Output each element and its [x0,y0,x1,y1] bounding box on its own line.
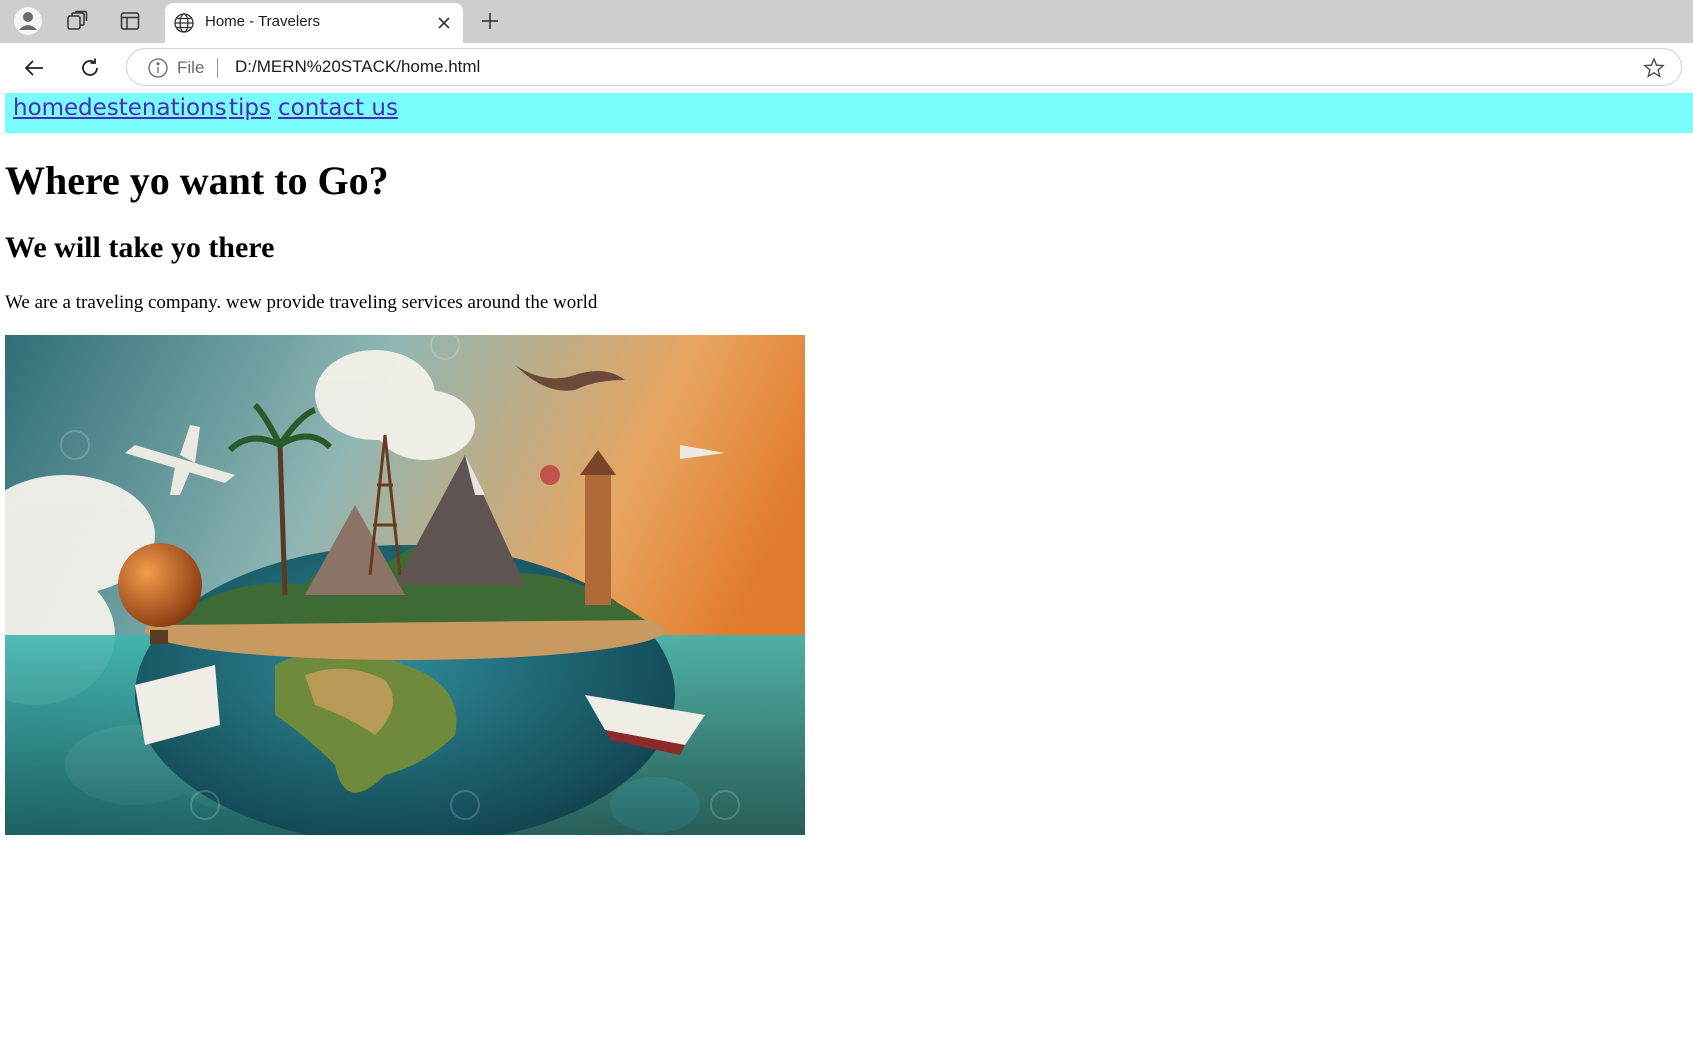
url-text[interactable]: D:/MERN%20STACK/home.html [235,57,480,77]
url-scheme-label: File [177,58,205,77]
close-icon[interactable] [433,12,455,34]
back-arrow-icon [24,60,43,76]
page-subtitle: We will take yo there [5,231,275,264]
site-navbar: home destenations tips contact us [5,93,1693,133]
travel-illustration [5,335,805,835]
workspaces-icon [67,10,88,30]
profile-button[interactable] [12,5,44,37]
back-button[interactable] [18,52,50,84]
globe-icon [174,13,194,33]
nav-link-destinations[interactable]: destenations [78,95,227,121]
tab-bar: Home - Travelers [0,0,1693,43]
plus-icon [482,13,498,29]
profile-icon [14,7,42,35]
page-description: We are a traveling company. wew provide … [5,292,598,313]
tab-title: Home - Travelers [205,13,321,30]
new-tab-button[interactable] [474,5,506,37]
star-icon[interactable] [1643,57,1665,79]
address-toolbar: File D:/MERN%20STACK/home.html [0,43,1693,93]
workspaces-button[interactable] [61,5,93,37]
info-icon[interactable] [147,57,169,79]
nav-link-home[interactable]: home [13,95,78,121]
hero-image [5,335,805,835]
page-viewport: home destenations tips contact us Where … [5,93,1693,1044]
vertical-tabs-button[interactable] [114,5,146,37]
address-bar[interactable]: File D:/MERN%20STACK/home.html [126,48,1682,86]
reload-icon [82,58,98,76]
nav-link-tips[interactable]: tips [229,95,271,121]
nav-link-contact[interactable]: contact us [278,95,398,121]
vertical-tabs-icon [120,12,140,30]
page-title: Where yo want to Go? [5,158,389,203]
reload-button[interactable] [74,52,106,84]
active-tab[interactable]: Home - Travelers [165,3,463,43]
url-separator [217,58,218,78]
